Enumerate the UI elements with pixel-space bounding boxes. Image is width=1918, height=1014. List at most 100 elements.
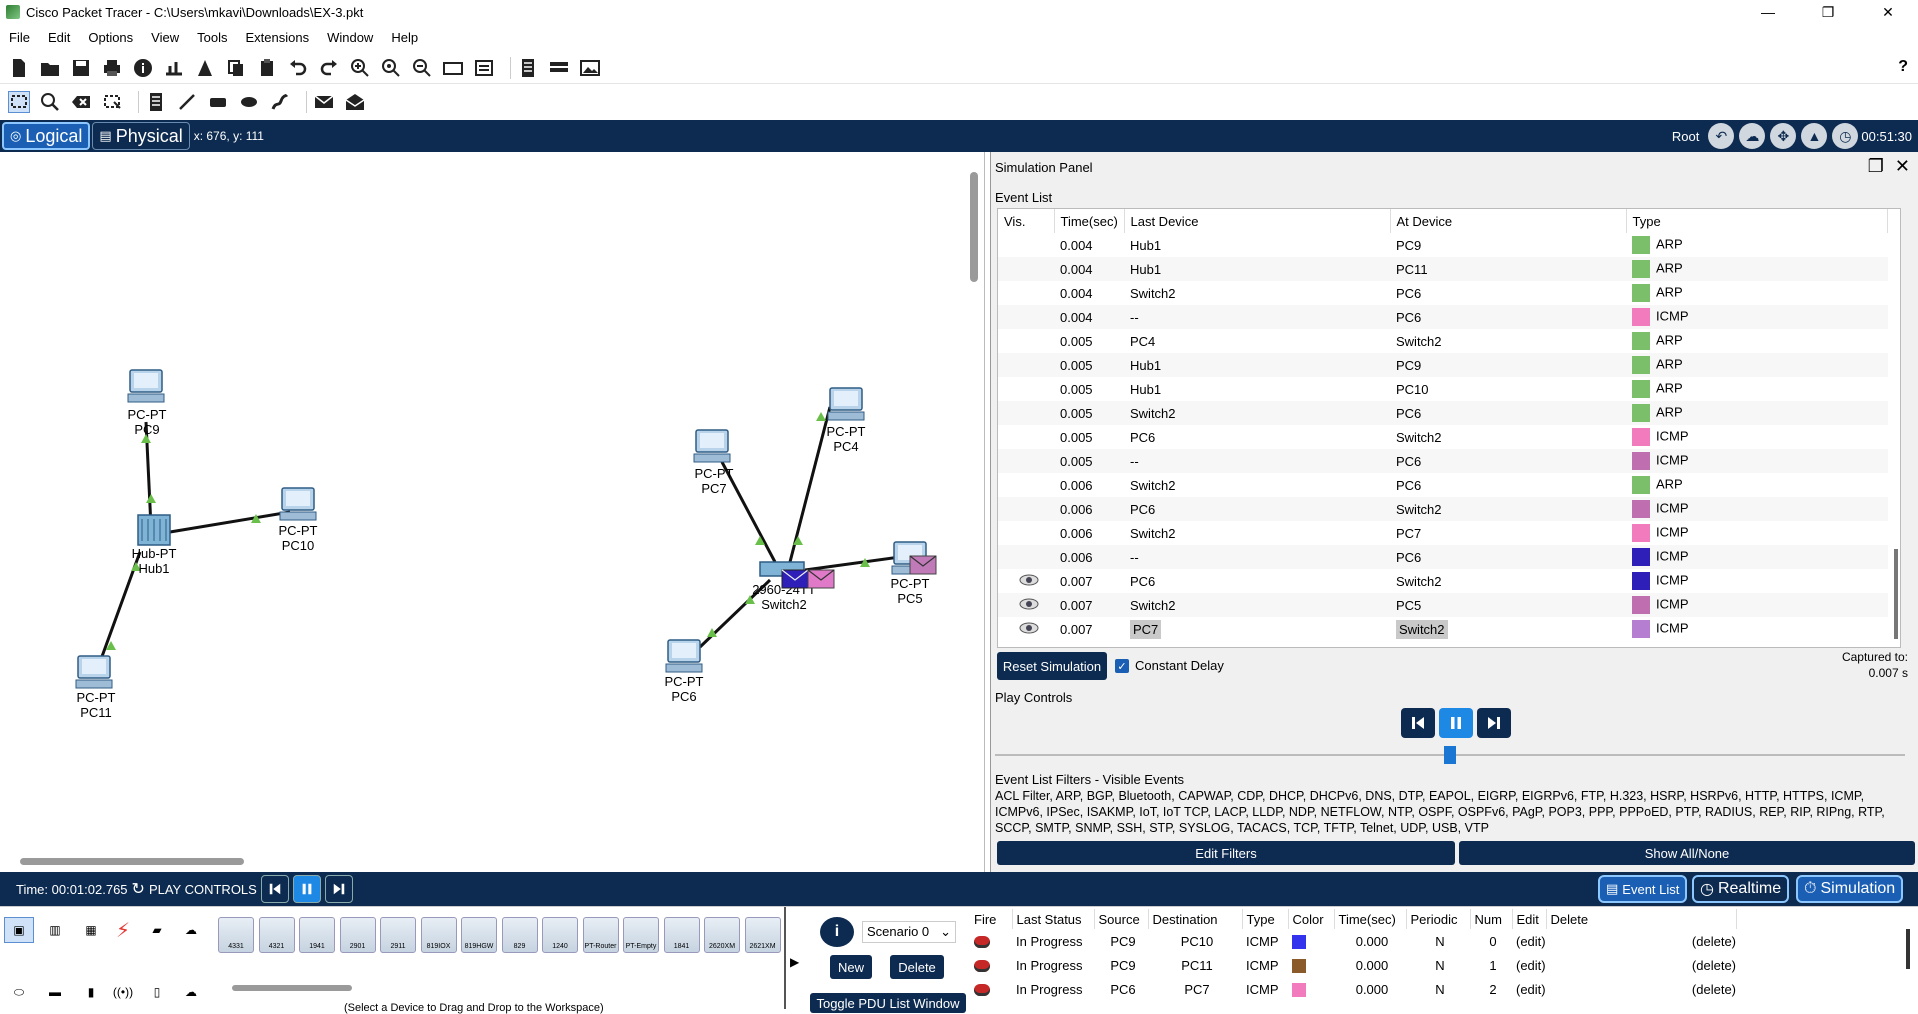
hubs-subcategory-icon[interactable]: ▮ — [76, 979, 106, 1005]
router-model-tile[interactable]: 2620XM — [704, 917, 740, 953]
menu-help[interactable]: Help — [382, 28, 427, 48]
reset-simulation-button[interactable]: Reset Simulation — [997, 652, 1107, 680]
eye-icon[interactable] — [1018, 621, 1040, 635]
event-vis-cell[interactable] — [998, 233, 1054, 257]
delete-tool-icon[interactable] — [70, 91, 92, 113]
event-vis-cell[interactable] — [998, 593, 1054, 617]
new-scenario-button[interactable]: New — [830, 955, 872, 979]
eye-icon[interactable] — [1018, 597, 1040, 611]
event-row[interactable]: 0.005 PC6 Switch2 ICMP — [998, 425, 1888, 449]
multiuser-category-icon[interactable]: ☁ — [176, 917, 206, 943]
pdu-col-color[interactable]: Color — [1288, 909, 1335, 929]
pdu-list-icon[interactable] — [517, 57, 539, 79]
event-vis-cell[interactable] — [998, 257, 1054, 281]
connections-category-icon[interactable]: ⚡ — [108, 917, 138, 943]
router-model-tile[interactable]: 1240 — [542, 917, 578, 953]
pdu-col-periodic[interactable]: Periodic — [1406, 909, 1471, 929]
event-row[interactable]: 0.004 -- PC6 ICMP — [998, 305, 1888, 329]
pdu-delete-link[interactable]: (delete) — [1546, 953, 1736, 977]
play-speed-slider-thumb[interactable] — [1444, 746, 1456, 764]
rectangle-icon[interactable] — [207, 91, 229, 113]
network-wizard-icon[interactable] — [163, 57, 185, 79]
fire-light-icon[interactable] — [974, 936, 990, 949]
menu-edit[interactable]: Edit — [39, 28, 79, 48]
minimize-button[interactable]: — — [1738, 0, 1798, 24]
custom-device-icon[interactable] — [473, 57, 495, 79]
event-vis-cell[interactable] — [998, 473, 1054, 497]
event-vis-cell[interactable] — [998, 425, 1054, 449]
event-row[interactable]: 0.006 -- PC6 ICMP — [998, 545, 1888, 569]
col-at-device[interactable]: At Device — [1390, 209, 1627, 233]
event-vis-cell[interactable] — [998, 305, 1054, 329]
event-row[interactable]: 0.005 Hub1 PC9 ARP — [998, 353, 1888, 377]
event-vis-cell[interactable] — [998, 497, 1054, 521]
event-list-scrollbar[interactable] — [1894, 549, 1898, 639]
pdu-col-delete[interactable]: Delete — [1546, 909, 1737, 929]
pdu-delete-link[interactable]: (delete) — [1546, 977, 1736, 1001]
save-icon[interactable] — [70, 57, 92, 79]
event-vis-cell[interactable] — [998, 281, 1054, 305]
col-time[interactable]: Time(sec) — [1054, 209, 1125, 233]
event-row[interactable]: 0.006 Switch2 PC7 ICMP — [998, 521, 1888, 545]
undock-icon[interactable]: ❐ — [1868, 156, 1884, 176]
pdu-edit-link[interactable]: (edit) — [1512, 929, 1546, 953]
resize-tool-icon[interactable] — [101, 91, 123, 113]
add-simple-pdu-icon[interactable] — [313, 91, 335, 113]
event-vis-cell[interactable] — [998, 377, 1054, 401]
network-devices-category-icon[interactable]: ▣ — [4, 917, 34, 943]
pdu-col-num[interactable]: Num — [1470, 909, 1513, 929]
router-model-tile[interactable]: 2621XM — [744, 917, 781, 953]
event-row[interactable]: 0.004 Hub1 PC9 ARP — [998, 233, 1888, 257]
tab-logical[interactable]: ◎ Logical — [2, 122, 91, 150]
panel-close-icon[interactable]: ✕ — [1895, 156, 1910, 176]
pdu-list-table[interactable]: Fire Last Status Source Destination Type… — [970, 909, 1900, 1001]
maximize-button[interactable]: ❐ — [1798, 0, 1858, 24]
router-model-tile[interactable]: 4331 — [218, 917, 254, 953]
pause-button[interactable] — [1439, 708, 1473, 738]
tab-physical[interactable]: ▤ Physical — [92, 122, 190, 150]
pdu-col-destination[interactable]: Destination — [1148, 909, 1243, 929]
pdu-row[interactable]: In Progress PC9 PC10 ICMP 0.000 N 0 (edit) (dele… — [970, 929, 1736, 953]
router-model-tile[interactable]: 2901 — [339, 917, 376, 953]
bottom-step-forward-button[interactable] — [324, 875, 353, 903]
cluster-icon[interactable] — [548, 57, 570, 79]
event-vis-cell[interactable] — [998, 545, 1054, 569]
security-subcategory-icon[interactable]: ▯ — [142, 979, 172, 1005]
pdu-col-fire[interactable]: Fire — [970, 909, 1013, 929]
event-row[interactable]: 0.006 Switch2 PC6 ARP — [998, 473, 1888, 497]
event-vis-cell[interactable] — [998, 449, 1054, 473]
end-devices-category-icon[interactable]: ▥ — [40, 917, 70, 943]
select-tool-icon[interactable] — [8, 91, 30, 113]
pdu-fire-cell[interactable] — [970, 953, 1012, 977]
ellipse-icon[interactable] — [238, 91, 260, 113]
components-category-icon[interactable]: ▦ — [76, 917, 106, 943]
close-button[interactable]: ✕ — [1858, 0, 1918, 24]
edit-filters-button[interactable]: Edit Filters — [997, 841, 1455, 865]
pdu-col-edit[interactable]: Edit — [1512, 909, 1547, 929]
image-icon[interactable] — [579, 57, 601, 79]
event-row[interactable]: 0.005 -- PC6 ICMP — [998, 449, 1888, 473]
zoom-out-icon[interactable] — [411, 57, 433, 79]
delete-scenario-button[interactable]: Delete — [890, 955, 944, 979]
zoom-in-icon[interactable] — [349, 57, 371, 79]
menu-options[interactable]: Options — [79, 28, 142, 48]
router-model-tile[interactable]: 819HGW — [461, 917, 497, 953]
show-all-none-button[interactable]: Show All/None — [1459, 841, 1915, 865]
pdu-fire-cell[interactable] — [970, 977, 1012, 1001]
reset-time-icon[interactable]: ↻ — [132, 879, 145, 899]
routers-subcategory-icon[interactable]: ⬭ — [4, 979, 34, 1005]
pdu-col-type[interactable]: Type — [1242, 909, 1289, 929]
pdu-row[interactable]: In Progress PC9 PC11 ICMP 0.000 N 1 (edit) (dele… — [970, 953, 1736, 977]
freeform-icon[interactable] — [269, 91, 291, 113]
menu-window[interactable]: Window — [318, 28, 382, 48]
back-arrow-icon[interactable]: ↶ — [1708, 123, 1735, 149]
event-vis-cell[interactable] — [998, 353, 1054, 377]
router-model-tile[interactable]: 1941 — [299, 917, 335, 953]
router-model-tile[interactable]: 829 — [501, 917, 538, 953]
fire-light-icon[interactable] — [974, 960, 990, 973]
event-row[interactable]: 0.007 PC6 Switch2 ICMP — [998, 569, 1888, 593]
event-row[interactable]: 0.005 Hub1 PC10 ARP — [998, 377, 1888, 401]
wan-emulation-subcategory-icon[interactable]: ☁ — [176, 979, 206, 1005]
logical-workspace[interactable]: PC-PT PC9 Hub-PT Hub1 PC-PT PC10 PC-PT P… — [0, 152, 985, 872]
pdu-edit-link[interactable]: (edit) — [1512, 953, 1546, 977]
